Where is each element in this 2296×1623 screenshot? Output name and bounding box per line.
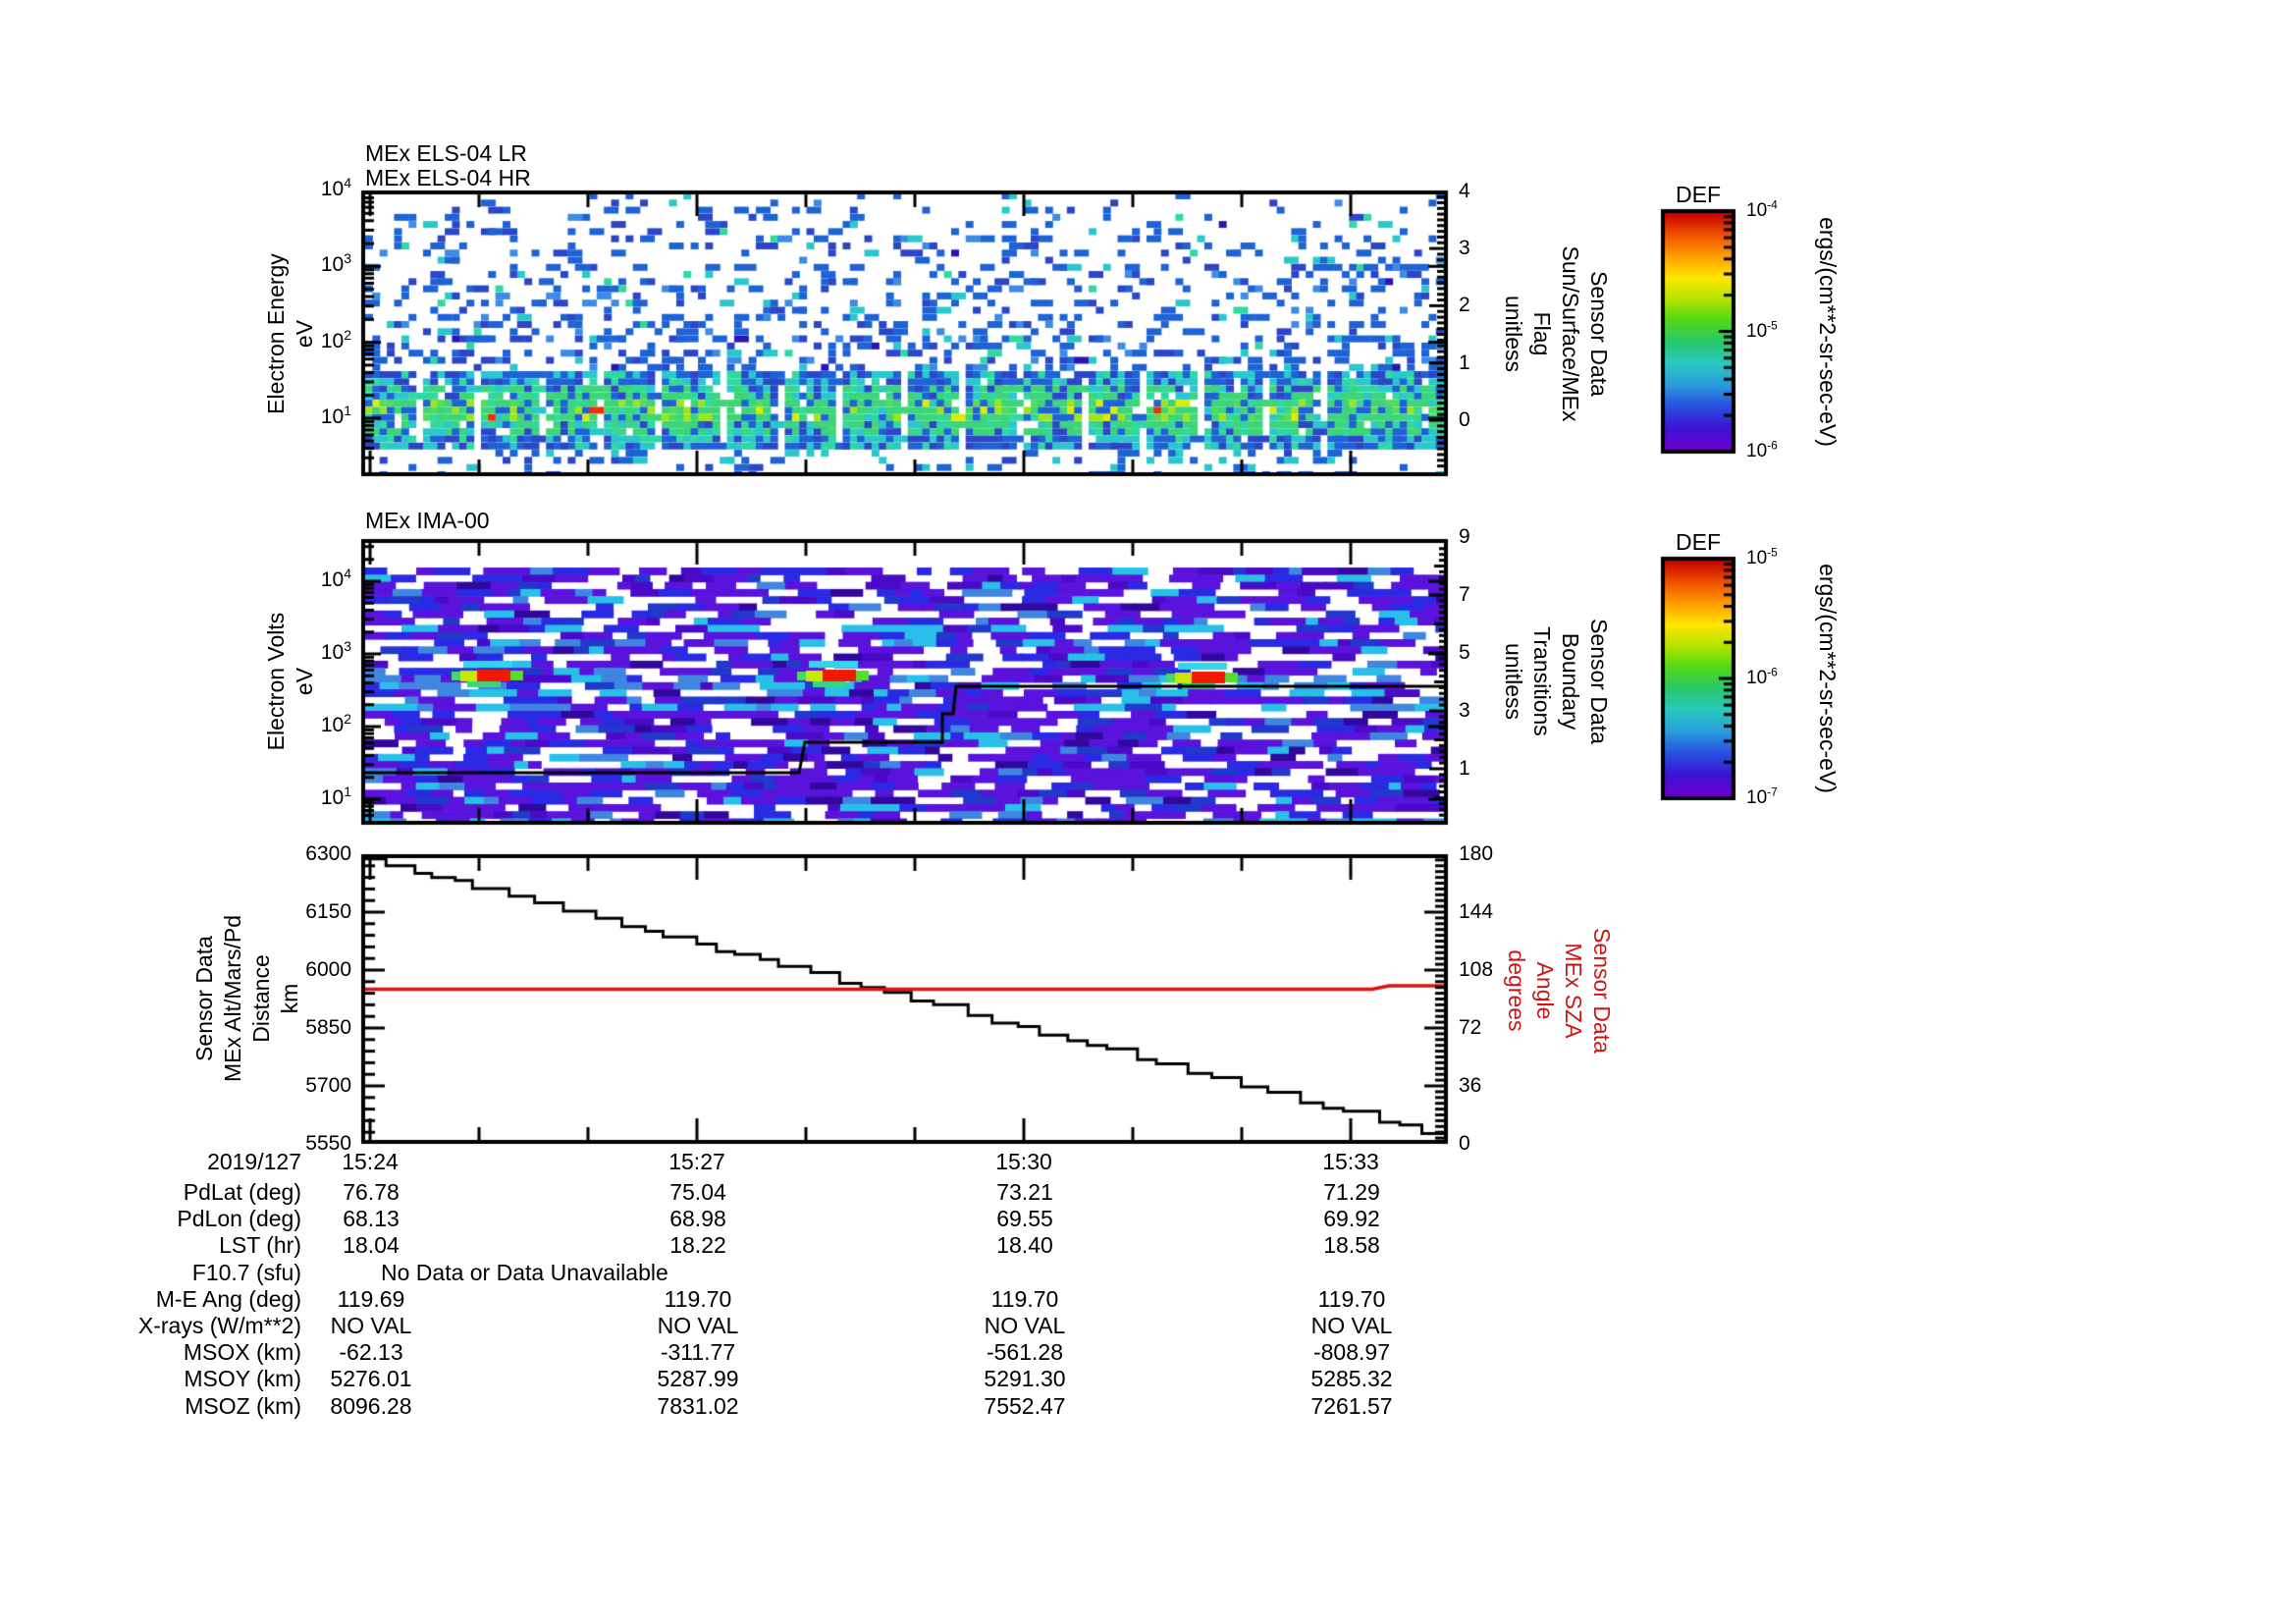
table-cell: 69.92 (1323, 1206, 1380, 1232)
table-row-label: X-rays (W/m**2) (137, 1313, 301, 1338)
table-cell: 75.04 (669, 1179, 726, 1205)
table-cell: 119.69 (337, 1285, 405, 1312)
table-cell: 7552.47 (984, 1392, 1066, 1419)
table-cell: 7831.02 (657, 1392, 739, 1419)
table-cell: -561.28 (986, 1339, 1063, 1366)
table-cell: -808.97 (1312, 1339, 1390, 1366)
table-cell: 5291.30 (984, 1366, 1066, 1392)
table-cell: 68.13 (343, 1206, 400, 1232)
table-cell: 18.40 (996, 1232, 1053, 1259)
table-cell: 73.21 (996, 1179, 1053, 1205)
table-cell: NO VAL (330, 1313, 412, 1338)
x-axis-date-label: 2019/127 (207, 1149, 301, 1174)
table-cell: 7261.57 (1310, 1392, 1393, 1419)
table-row-label: MSOZ (km) (185, 1392, 301, 1419)
table-cell: 69.55 (996, 1206, 1053, 1232)
table-cell: 76.78 (343, 1179, 400, 1205)
x-axis-time-label: 15:27 (668, 1149, 725, 1174)
table-cell: 18.22 (669, 1232, 726, 1259)
table-row-label: PdLon (deg) (177, 1206, 301, 1232)
table-cell: NO VAL (1310, 1313, 1393, 1338)
x-axis-time-label: 15:24 (342, 1149, 399, 1174)
table-row-label: F10.7 (sfu) (191, 1259, 301, 1285)
table-cell: NO VAL (657, 1313, 739, 1338)
table-cell: 119.70 (664, 1285, 732, 1312)
table-row-label: PdLat (deg) (183, 1179, 301, 1205)
text-overlay: MEx ELS-04 LR MEx ELS-04 HR MEx IMA-00 1… (0, 0, 2296, 1623)
table-cell: 119.70 (990, 1285, 1059, 1312)
table-cell: 71.29 (1323, 1179, 1380, 1205)
table-cell: NO VAL (984, 1313, 1066, 1338)
table-row-label: LST (hr) (219, 1232, 301, 1259)
table-cell: -62.13 (339, 1339, 403, 1366)
table-row-label: MSOX (km) (183, 1339, 301, 1366)
table-cell: 5285.32 (1310, 1366, 1393, 1392)
table-cell: 5287.99 (657, 1366, 739, 1392)
table-row-label: MSOY (km) (184, 1366, 301, 1392)
table-cell: 18.04 (343, 1232, 400, 1259)
table-note: No Data or Data Unavailable (381, 1259, 668, 1285)
plot-page: MEx ELS-04 LR MEx ELS-04 HR MEx IMA-00 1… (0, 0, 2296, 1623)
table-cell: -311.77 (660, 1339, 736, 1366)
x-axis-time-label: 15:33 (1322, 1149, 1379, 1174)
table-cell: 68.98 (669, 1206, 726, 1232)
table-cell: 119.70 (1317, 1285, 1386, 1312)
table-row-label: M-E Ang (deg) (155, 1285, 301, 1312)
table-cell: 5276.01 (330, 1366, 412, 1392)
x-axis-time-label: 15:30 (995, 1149, 1052, 1174)
table-cell: 18.58 (1323, 1232, 1380, 1259)
table-cell: 8096.28 (330, 1392, 412, 1419)
colorbar-unit-label: ergs/(cm**2-sr-sec-eV) (1815, 564, 1842, 793)
